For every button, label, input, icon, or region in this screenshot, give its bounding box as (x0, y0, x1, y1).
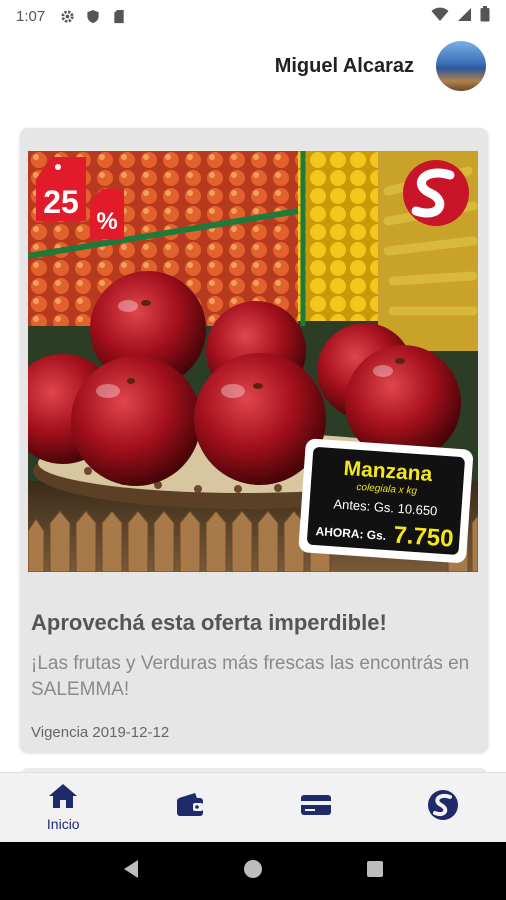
bottom-nav: Inicio (0, 772, 506, 842)
card-title: Aprovechá esta oferta imperdible! (31, 610, 387, 635)
promo-image: 25 % Manzana colegiala x kg Antes: Gs. 1… (28, 151, 478, 572)
home-icon (48, 783, 78, 814)
status-bar: 1:07 (0, 0, 506, 32)
nav-card[interactable] (253, 773, 380, 842)
recents-icon[interactable] (366, 860, 384, 883)
avatar[interactable] (436, 41, 486, 91)
home-button-icon[interactable] (243, 859, 263, 884)
signal-icon (457, 7, 472, 26)
nav-salemma[interactable] (380, 773, 506, 842)
discount-symbol: % (96, 208, 117, 235)
price-tag: Manzana colegiala x kg Antes: Gs. 10.650… (298, 438, 473, 563)
wifi-icon (431, 7, 449, 26)
shield-icon (85, 8, 101, 24)
card-icon (300, 793, 332, 822)
system-nav-bar (0, 842, 506, 900)
card-validity: Vigencia 2019-12-12 (31, 724, 170, 741)
price-tag-now-price: 7.750 (393, 522, 455, 553)
user-name: Miguel Alcaraz (274, 54, 414, 77)
card-description: ¡Las frutas y Verduras más frescas las e… (31, 653, 470, 700)
nav-wallet[interactable] (127, 773, 254, 842)
promo-card[interactable]: 25 % Manzana colegiala x kg Antes: Gs. 1… (20, 128, 488, 752)
salemma-logo-icon (427, 789, 459, 826)
nav-home-label: Inicio (46, 816, 80, 832)
battery-icon (480, 6, 490, 26)
settings-icon (59, 8, 75, 24)
discount-number: 25 (43, 184, 79, 220)
salemma-logo-icon (403, 160, 469, 226)
nav-home[interactable]: Inicio (0, 773, 127, 842)
back-icon[interactable] (122, 859, 140, 884)
app-header: Miguel Alcaraz (0, 38, 506, 94)
status-time: 1:07 (16, 7, 46, 25)
wallet-icon (175, 792, 205, 823)
sim-card-icon (111, 8, 127, 24)
